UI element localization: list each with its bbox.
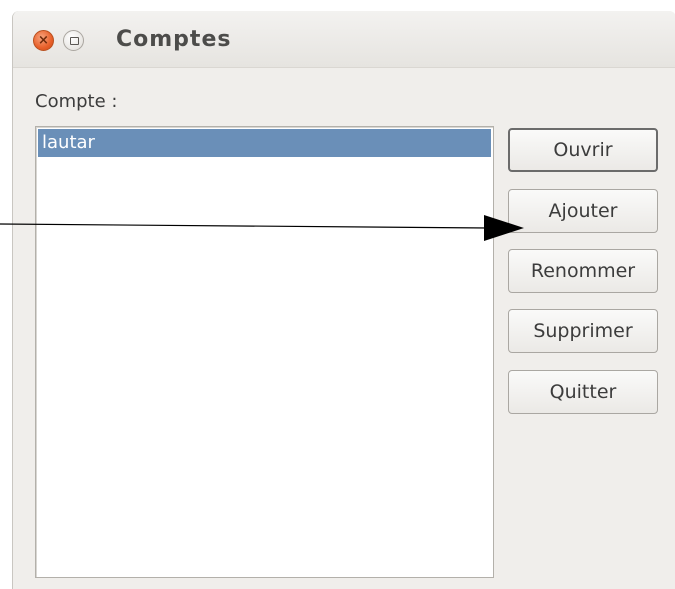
- annotation-arrow: [0, 215, 524, 241]
- arrow-icon: [0, 215, 524, 241]
